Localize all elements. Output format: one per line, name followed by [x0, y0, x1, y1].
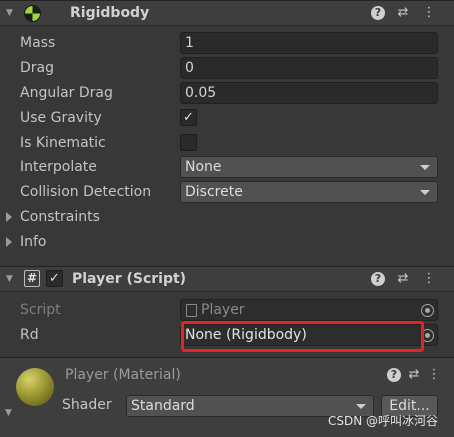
use-gravity-row: Use Gravity ✓	[0, 106, 454, 131]
rd-label: Rd	[20, 327, 39, 343]
drag-row: Drag 0	[0, 56, 454, 81]
collapse-arrow-icon[interactable]: ▼	[6, 8, 13, 18]
interpolate-value: None	[185, 159, 222, 175]
object-picker-icon	[421, 304, 434, 317]
drag-label: Drag	[20, 60, 55, 76]
mass-field[interactable]: 1	[180, 32, 438, 54]
rigidbody-title: Rigidbody	[70, 5, 150, 21]
player-script-header[interactable]: ▼ # ✓ Player (Script) ? ⇄ ⋮	[0, 266, 454, 292]
watermark-text: CSDN @呼叫冰河谷	[327, 414, 438, 428]
dropdown-arrow-icon	[420, 190, 430, 195]
help-icon[interactable]: ?	[387, 368, 401, 382]
angular-drag-label: Angular Drag	[20, 85, 113, 101]
material-preview-sphere-icon	[16, 368, 54, 406]
enabled-checkbox[interactable]: ✓	[46, 270, 63, 287]
dropdown-arrow-icon	[356, 404, 366, 409]
angular-drag-row: Angular Drag 0.05	[0, 81, 454, 106]
foldout-arrow-icon	[6, 212, 12, 222]
is-kinematic-label: Is Kinematic	[20, 135, 106, 151]
script-value: Player	[201, 302, 245, 318]
constraints-foldout[interactable]: Constraints	[0, 205, 454, 230]
use-gravity-checkbox[interactable]: ✓	[180, 109, 197, 126]
foldout-arrow-icon	[6, 237, 12, 247]
mass-label: Mass	[20, 35, 56, 51]
presets-icon[interactable]: ⇄	[395, 271, 411, 287]
player-script-title: Player (Script)	[72, 271, 187, 287]
presets-icon[interactable]: ⇄	[406, 367, 422, 383]
material-title: Player (Material)	[65, 367, 181, 383]
collision-detection-row: Collision Detection Discrete	[0, 180, 454, 205]
script-row: Script Player	[0, 298, 454, 323]
script-object-field: Player	[180, 299, 438, 321]
interpolate-dropdown[interactable]: None	[180, 156, 438, 178]
rigidbody-icon	[24, 5, 41, 26]
mass-row: Mass 1	[0, 31, 454, 56]
info-label: Info	[20, 234, 47, 250]
red-highlight-box	[181, 321, 424, 352]
shader-label: Shader	[62, 397, 112, 413]
collapse-arrow-icon[interactable]: ▼	[6, 274, 13, 284]
collision-detection-label: Collision Detection	[20, 184, 152, 200]
shader-value: Standard	[131, 398, 195, 414]
collision-detection-value: Discrete	[185, 184, 243, 200]
is-kinematic-row: Is Kinematic	[0, 131, 454, 156]
info-foldout[interactable]: Info	[0, 230, 454, 255]
script-file-icon	[186, 304, 197, 317]
collision-detection-dropdown[interactable]: Discrete	[180, 181, 438, 203]
presets-icon[interactable]: ⇄	[395, 5, 411, 21]
more-options-icon[interactable]: ⋮	[421, 271, 437, 287]
dropdown-arrow-icon	[420, 165, 430, 170]
constraints-label: Constraints	[20, 209, 100, 225]
interpolate-row: Interpolate None	[0, 155, 454, 180]
more-options-icon[interactable]: ⋮	[421, 5, 437, 21]
rigidbody-header[interactable]: ▼ Rigidbody ? ⇄ ⋮	[0, 0, 454, 26]
script-icon: #	[24, 270, 40, 287]
interpolate-label: Interpolate	[20, 159, 97, 175]
help-icon[interactable]: ?	[371, 272, 385, 286]
use-gravity-label: Use Gravity	[20, 110, 102, 126]
help-icon[interactable]: ?	[371, 6, 385, 20]
more-options-icon[interactable]: ⋮	[426, 367, 442, 383]
collapse-arrow-icon[interactable]: ▼	[5, 408, 12, 418]
script-label: Script	[20, 302, 61, 318]
is-kinematic-checkbox[interactable]	[180, 134, 197, 151]
drag-field[interactable]: 0	[180, 57, 438, 79]
angular-drag-field[interactable]: 0.05	[180, 82, 438, 104]
